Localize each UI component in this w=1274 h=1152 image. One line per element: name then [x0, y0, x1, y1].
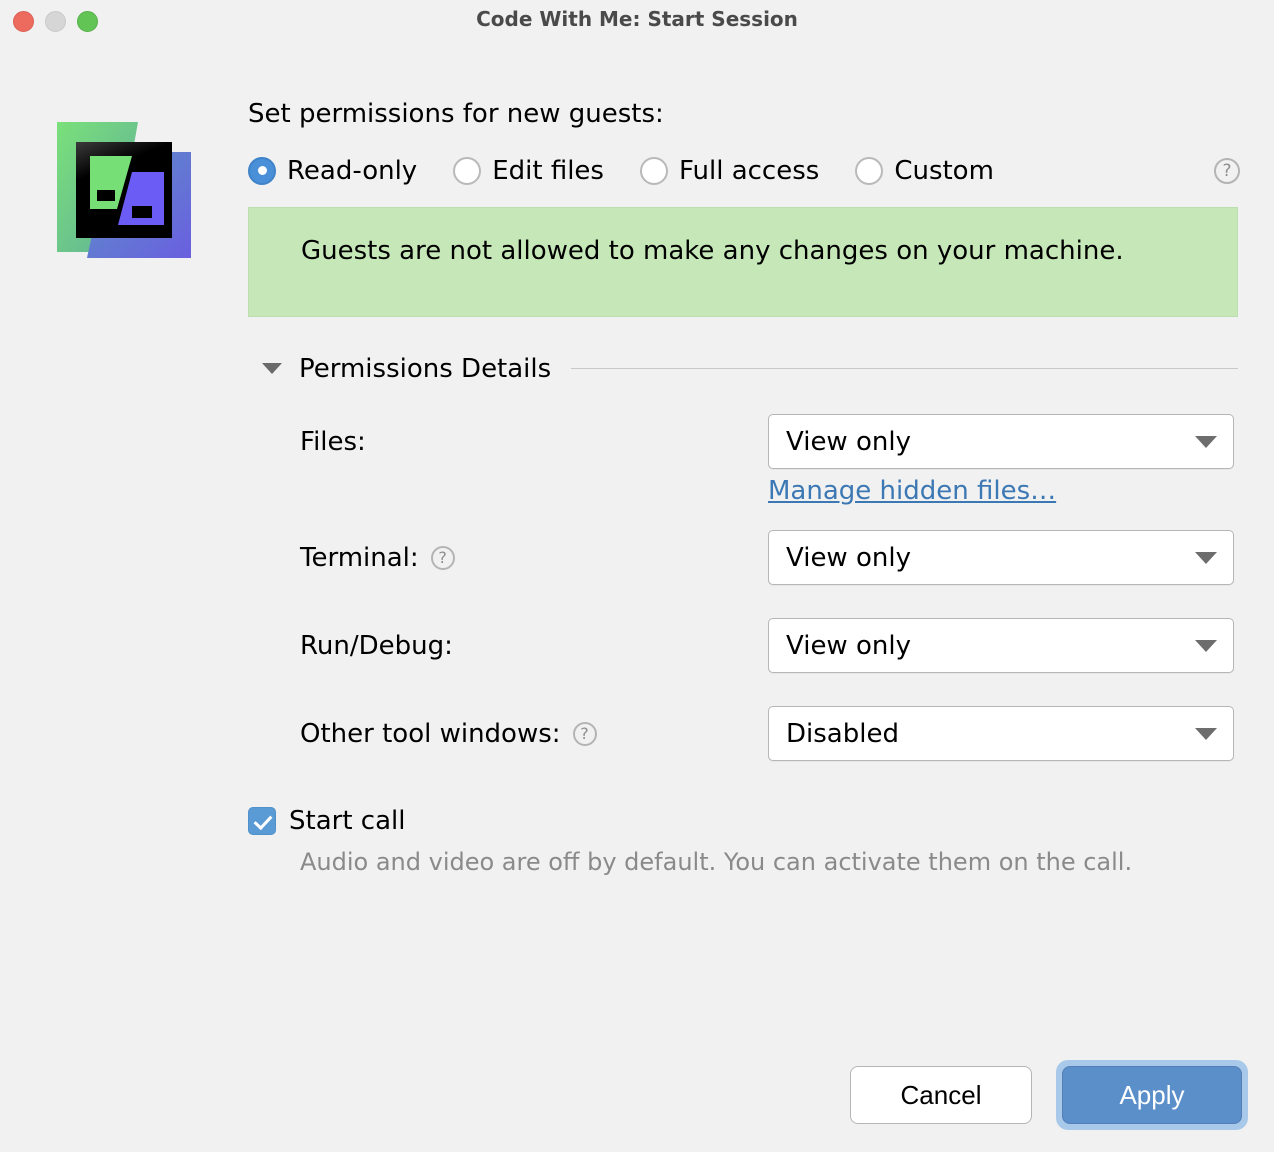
manage-hidden-files-link[interactable]: Manage hidden files… [768, 476, 1056, 506]
radio-option-read-only[interactable]: Read-only [248, 156, 417, 186]
permissions-heading: Set permissions for new guests: [248, 99, 664, 129]
permissions-info-banner: Guests are not allowed to make any chang… [248, 206, 1238, 317]
permission-dropdown-value-terminal: View only [786, 542, 911, 573]
help-icon-permissions[interactable]: ? [1214, 157, 1240, 184]
permission-dropdown-value-files: View only [786, 426, 911, 457]
permission-dropdown-files[interactable]: View only [768, 414, 1234, 470]
permission-row-terminal: Terminal: ? View only [300, 530, 1234, 586]
permissions-details-grid: Files: View only Manage hidden files… Te… [300, 414, 1234, 762]
permission-label-text-files: Files: [300, 426, 366, 457]
permission-dropdown-run-debug[interactable]: View only [768, 618, 1234, 674]
manage-hidden-files-row: Manage hidden files… [300, 476, 1232, 506]
cancel-button[interactable]: Cancel [850, 1066, 1032, 1124]
help-icon-terminal[interactable]: ? [430, 545, 455, 570]
radio-option-full-access[interactable]: Full access [639, 155, 820, 186]
chevron-down-icon [1195, 551, 1217, 564]
permission-label-terminal: Terminal: ? [300, 543, 768, 573]
window-titlebar: Code With Me: Start Session [0, 0, 1274, 40]
permission-label-files: Files: [300, 427, 768, 457]
permission-row-other-tool-windows: Other tool windows: ? Disabled [300, 706, 1234, 762]
layout-spacer [300, 476, 768, 506]
permission-label-text-run-debug: Run/Debug: [300, 630, 453, 661]
permission-row-files: Files: View only [300, 414, 1234, 470]
chevron-down-icon [1195, 727, 1217, 740]
permissions-details-title: Permissions Details [299, 353, 552, 384]
radio-label-full-access: Full access [678, 155, 820, 186]
chevron-down-icon [1195, 639, 1217, 652]
radio-option-edit-files[interactable]: Edit files [453, 156, 604, 186]
chevron-down-icon[interactable] [262, 363, 282, 375]
permission-dropdown-terminal[interactable]: View only [768, 530, 1234, 586]
apply-button[interactable]: Apply [1062, 1066, 1242, 1124]
start-call-hint: Audio and video are off by default. You … [300, 847, 1133, 876]
start-call-label: Start call [289, 805, 406, 836]
start-call-checkbox[interactable] [248, 806, 276, 835]
radio-option-custom[interactable]: Custom [855, 156, 994, 186]
permission-label-text-other-tool-windows: Other tool windows: [300, 718, 561, 749]
details-separator [571, 368, 1238, 370]
permissions-radio-group: Read-only Edit files Full access Custom … [248, 151, 1242, 191]
permission-dropdown-value-run-debug: View only [786, 630, 911, 661]
radio-indicator-edit-files[interactable] [453, 156, 482, 185]
permission-label-other-tool-windows: Other tool windows: ? [300, 719, 768, 749]
help-icon-other-tool-windows[interactable]: ? [572, 721, 597, 746]
dialog-footer: Cancel Apply [850, 1060, 1248, 1130]
code-with-me-logo [52, 112, 196, 260]
permission-label-text-terminal: Terminal: [300, 542, 419, 573]
permissions-details-header[interactable]: Permissions Details [248, 352, 1242, 386]
radio-label-custom: Custom [894, 155, 994, 186]
start-call-block: Start call Audio and video are off by de… [248, 806, 1242, 876]
apply-button-focus-ring: Apply [1056, 1060, 1248, 1130]
dialog-content: Set permissions for new guests: Read-onl… [248, 100, 1242, 876]
radio-label-edit-files: Edit files [492, 155, 604, 186]
radio-indicator-full-access[interactable] [639, 156, 668, 185]
permission-row-run-debug: Run/Debug: View only [300, 618, 1234, 674]
permission-dropdown-value-other-tool-windows: Disabled [786, 718, 899, 749]
radio-label-read-only: Read-only [287, 155, 418, 186]
start-call-checkbox-row[interactable]: Start call [248, 806, 1242, 836]
radio-indicator-custom[interactable] [855, 156, 884, 185]
permission-dropdown-other-tool-windows[interactable]: Disabled [768, 706, 1234, 762]
permission-label-run-debug: Run/Debug: [300, 631, 768, 661]
chevron-down-icon [1195, 435, 1217, 448]
window-title: Code With Me: Start Session [476, 7, 798, 31]
radio-indicator-read-only[interactable] [248, 156, 276, 185]
